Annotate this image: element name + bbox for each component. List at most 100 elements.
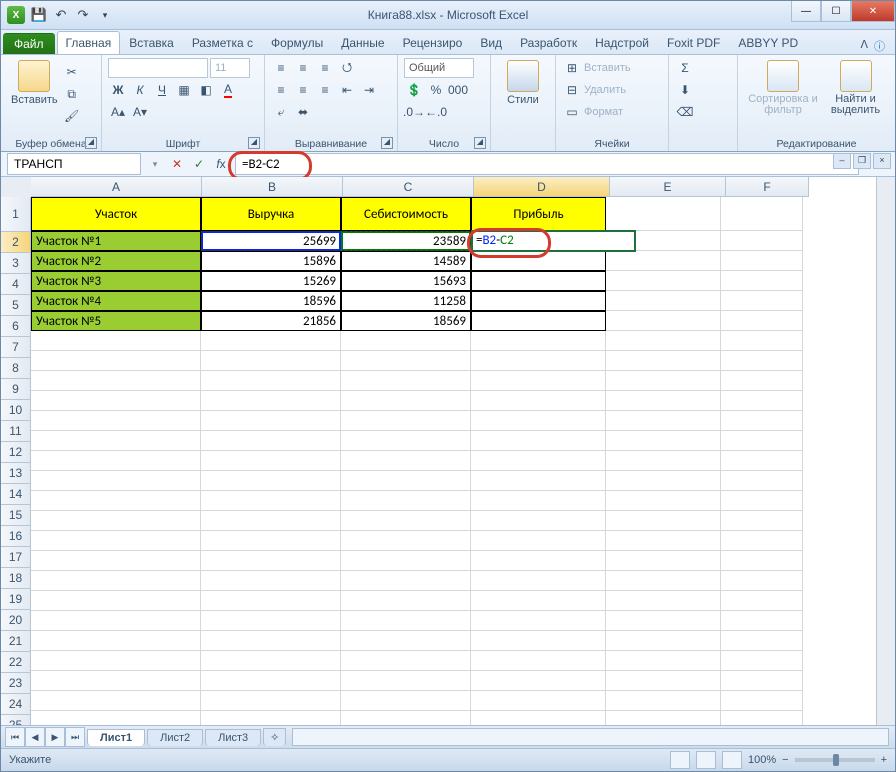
cell-A18[interactable] [31,551,201,571]
cell-C9[interactable] [341,371,471,391]
cell-C10[interactable] [341,391,471,411]
cell-D4[interactable] [471,271,606,291]
cell-A19[interactable] [31,571,201,591]
cell-D24[interactable] [471,671,606,691]
cell-C26[interactable] [341,711,471,725]
row-header-8[interactable]: 8 [1,358,31,379]
cell-B1[interactable]: Выручка [201,197,341,231]
cell-B19[interactable] [201,571,341,591]
cell-D26[interactable] [471,711,606,725]
cell-B17[interactable] [201,531,341,551]
cell-F9[interactable] [721,371,803,391]
cell-E7[interactable] [606,331,721,351]
minimize-button[interactable]: — [791,1,821,22]
cell-D14[interactable] [471,471,606,491]
cell-D6[interactable] [471,311,606,331]
cell-F17[interactable] [721,531,803,551]
fill-down-icon[interactable]: ⬇ [675,80,695,100]
underline-icon[interactable]: Ч [152,80,172,100]
cell-C21[interactable] [341,611,471,631]
row-header-2[interactable]: 2 [1,232,31,253]
cell-E20[interactable] [606,591,721,611]
cell-F20[interactable] [721,591,803,611]
cell-B15[interactable] [201,491,341,511]
dec-decimal-icon[interactable]: ←.0 [426,102,446,122]
cell-D5[interactable] [471,291,606,311]
qat-dropdown-icon[interactable]: ▾ [97,7,113,23]
cell-D1[interactable]: Прибыль [471,197,606,231]
cell-F1[interactable] [721,197,803,231]
row-header-11[interactable]: 11 [1,421,31,442]
sheet-first-icon[interactable]: ⏮ [5,727,25,747]
cell-E19[interactable] [606,571,721,591]
page-break-view-icon[interactable] [722,751,742,769]
cell-A22[interactable] [31,631,201,651]
cell-C16[interactable] [341,511,471,531]
merge-icon[interactable]: ⬌ [293,102,313,122]
cell-B24[interactable] [201,671,341,691]
cell-B13[interactable] [201,451,341,471]
format-cells-icon[interactable]: ▭ [562,102,582,122]
cell-D13[interactable] [471,451,606,471]
align-mid-icon[interactable]: ≡ [293,58,313,78]
cell-B14[interactable] [201,471,341,491]
number-dialog-icon[interactable]: ◢ [474,137,486,149]
new-sheet-icon[interactable]: ✧ [263,728,286,746]
cell-D9[interactable] [471,371,606,391]
tab-file[interactable]: Файл [3,33,55,54]
copy-icon[interactable]: ⧉ [62,84,82,104]
cell-B4[interactable]: 15269 [201,271,341,291]
cell-F24[interactable] [721,671,803,691]
currency-icon[interactable]: 💲 [404,80,424,100]
cell-B5[interactable]: 18596 [201,291,341,311]
cell-F14[interactable] [721,471,803,491]
clear-icon[interactable]: ⌫ [675,102,695,122]
cell-B26[interactable] [201,711,341,725]
undo-icon[interactable]: ↶ [53,7,69,23]
cell-C17[interactable] [341,531,471,551]
cell-C6[interactable]: 18569 [341,311,471,331]
cell-D8[interactable] [471,351,606,371]
cell-A20[interactable] [31,591,201,611]
cell-C8[interactable] [341,351,471,371]
cell-C18[interactable] [341,551,471,571]
cell-C2[interactable]: 23589 [341,231,471,251]
grow-font-icon[interactable]: A▴ [108,102,128,122]
cell-F18[interactable] [721,551,803,571]
cell-E9[interactable] [606,371,721,391]
cell-A15[interactable] [31,491,201,511]
font-dialog-icon[interactable]: ◢ [248,137,260,149]
font-size[interactable]: 11 [210,58,250,78]
cell-B25[interactable] [201,691,341,711]
sheet-last-icon[interactable]: ⏭ [65,727,85,747]
cell-D21[interactable] [471,611,606,631]
comma-icon[interactable]: 000 [448,80,468,100]
cell-B11[interactable] [201,411,341,431]
cell-F11[interactable] [721,411,803,431]
cell-D16[interactable] [471,511,606,531]
delete-cells-label[interactable]: Удалить [584,84,626,96]
zoom-in-icon[interactable]: + [881,754,887,766]
cell-E25[interactable] [606,691,721,711]
cell-B23[interactable] [201,651,341,671]
tab-abbyy[interactable]: ABBYY PD [729,31,807,54]
cell-A2[interactable]: Участок №1 [31,231,201,251]
row-header-14[interactable]: 14 [1,484,31,505]
tab-developer[interactable]: Разработк [511,31,586,54]
cell-C23[interactable] [341,651,471,671]
cell-C20[interactable] [341,591,471,611]
row-header-20[interactable]: 20 [1,610,31,631]
cell-C4[interactable]: 15693 [341,271,471,291]
cell-A11[interactable] [31,411,201,431]
orientation-icon[interactable]: ⭯ [337,58,357,78]
cell-F26[interactable] [721,711,803,725]
cell-C25[interactable] [341,691,471,711]
cell-A10[interactable] [31,391,201,411]
clipboard-dialog-icon[interactable]: ◢ [85,137,97,149]
help-icon[interactable]: ⓘ [874,38,885,54]
cell-F21[interactable] [721,611,803,631]
sort-filter-button[interactable]: Сортировка и фильтр [744,58,822,118]
cell-A1[interactable]: Участок [31,197,201,231]
row-header-18[interactable]: 18 [1,568,31,589]
cell-D12[interactable] [471,431,606,451]
